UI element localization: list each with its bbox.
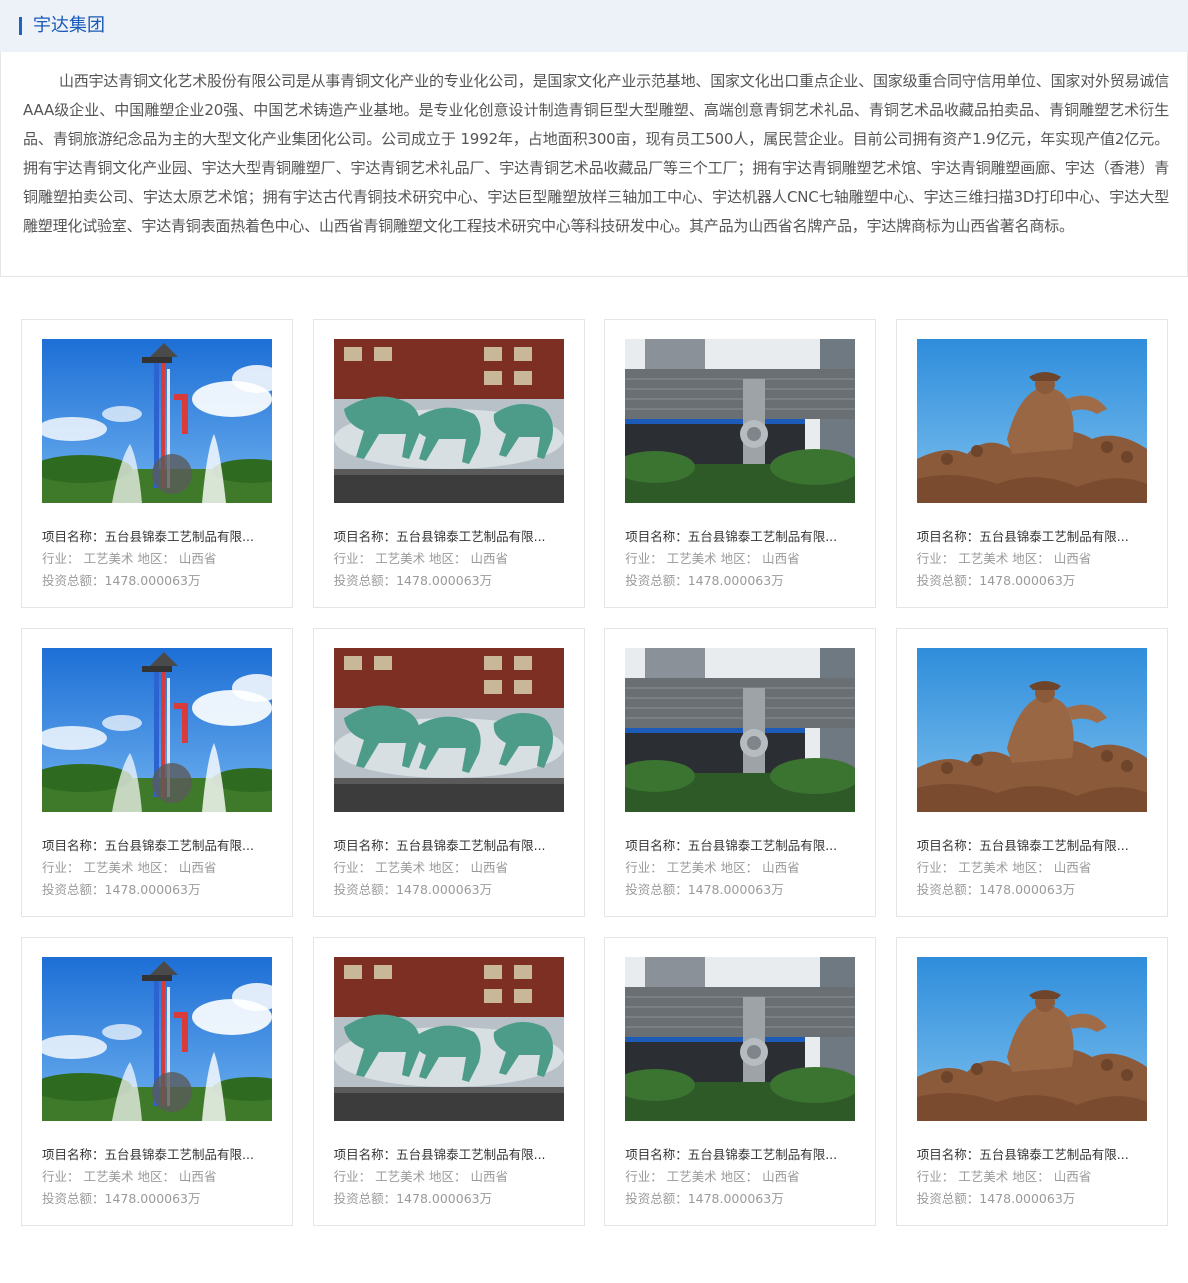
- project-title-link[interactable]: 项目名称：五台县锦泰工艺制品有限...: [334, 1146, 566, 1164]
- project-title-link[interactable]: 项目名称：五台县锦泰工艺制品有限...: [334, 528, 566, 546]
- company-intro: 山西宇达青铜文化艺术股份有限公司是从事青铜文化产业的专业化公司，是国家文化产业示…: [0, 52, 1188, 277]
- project-card[interactable]: 项目名称：五台县锦泰工艺制品有限... 行业： 工艺美术 地区： 山西省 投资总额：…: [604, 319, 877, 608]
- project-industry-region: 行业： 工艺美术 地区： 山西省: [42, 860, 217, 875]
- project-title-link[interactable]: 项目名称：五台县锦泰工艺制品有限...: [917, 1146, 1149, 1164]
- header-accent-bar: [19, 17, 22, 35]
- project-investment: 投资总额：1478.000063万: [625, 1191, 784, 1206]
- project-thumbnail-tower-sculpture[interactable]: [42, 648, 272, 812]
- section-header: 宇达集团: [0, 0, 1188, 52]
- project-investment: 投资总额：1478.000063万: [625, 573, 784, 588]
- project-industry-region: 行业： 工艺美术 地区： 山西省: [916, 551, 1092, 566]
- project-industry-region: 行业： 工艺美术 地区： 山西省: [625, 551, 800, 566]
- company-intro-text: 山西宇达青铜文化艺术股份有限公司是从事青铜文化产业的专业化公司，是国家文化产业示…: [23, 72, 1170, 235]
- project-thumbnail-bronze-figures[interactable]: [916, 957, 1147, 1121]
- project-card[interactable]: 项目名称：五台县锦泰工艺制品有限... 行业： 工艺美术 地区： 山西省 投资总额：…: [895, 628, 1168, 917]
- project-thumbnail-horse-fountain[interactable]: [333, 957, 564, 1121]
- project-industry-region: 行业： 工艺美术 地区： 山西省: [916, 860, 1092, 875]
- project-investment: 投资总额：1478.000063万: [333, 882, 493, 897]
- project-title-link[interactable]: 项目名称：五台县锦泰工艺制品有限...: [42, 837, 274, 855]
- project-investment: 投资总额：1478.000063万: [916, 1191, 1076, 1206]
- project-card[interactable]: 项目名称：五台县锦泰工艺制品有限... 行业： 工艺美术 地区： 山西省 投资总额：…: [21, 628, 293, 917]
- project-card[interactable]: 项目名称：五台县锦泰工艺制品有限... 行业： 工艺美术 地区： 山西省 投资总额：…: [895, 937, 1168, 1226]
- project-thumbnail-horse-fountain[interactable]: [333, 339, 564, 503]
- project-title-link[interactable]: 项目名称：五台县锦泰工艺制品有限...: [917, 837, 1149, 855]
- project-thumbnail-horse-fountain[interactable]: [333, 648, 564, 812]
- project-industry-region: 行业： 工艺美术 地区： 山西省: [625, 860, 800, 875]
- project-card[interactable]: 项目名称：五台县锦泰工艺制品有限... 行业： 工艺美术 地区： 山西省 投资总额：…: [312, 628, 585, 917]
- project-industry-region: 行业： 工艺美术 地区： 山西省: [42, 551, 217, 566]
- project-investment: 投资总额：1478.000063万: [625, 882, 784, 897]
- project-investment: 投资总额：1478.000063万: [916, 882, 1076, 897]
- project-industry-region: 行业： 工艺美术 地区： 山西省: [625, 1169, 800, 1184]
- project-title-link[interactable]: 项目名称：五台县锦泰工艺制品有限...: [42, 528, 274, 546]
- project-title-link[interactable]: 项目名称：五台县锦泰工艺制品有限...: [625, 528, 857, 546]
- project-title-link[interactable]: 项目名称：五台县锦泰工艺制品有限...: [917, 528, 1149, 546]
- project-investment: 投资总额：1478.000063万: [42, 882, 201, 897]
- project-card[interactable]: 项目名称：五台县锦泰工艺制品有限... 行业： 工艺美术 地区： 山西省 投资总额：…: [895, 319, 1168, 608]
- project-industry-region: 行业： 工艺美术 地区： 山西省: [333, 1169, 509, 1184]
- project-thumbnail-building-relief[interactable]: [625, 648, 856, 812]
- project-investment: 投资总额：1478.000063万: [916, 573, 1076, 588]
- project-card[interactable]: 项目名称：五台县锦泰工艺制品有限... 行业： 工艺美术 地区： 山西省 投资总额：…: [604, 628, 877, 917]
- project-title-link[interactable]: 项目名称：五台县锦泰工艺制品有限...: [625, 1146, 857, 1164]
- project-investment: 投资总额：1478.000063万: [333, 573, 493, 588]
- project-title-link[interactable]: 项目名称：五台县锦泰工艺制品有限...: [625, 837, 857, 855]
- project-industry-region: 行业： 工艺美术 地区： 山西省: [42, 1169, 217, 1184]
- project-investment: 投资总额：1478.000063万: [42, 1191, 201, 1206]
- section-title: 宇达集团: [33, 15, 105, 36]
- project-title-link[interactable]: 项目名称：五台县锦泰工艺制品有限...: [42, 1146, 274, 1164]
- project-thumbnail-tower-sculpture[interactable]: [42, 339, 272, 503]
- project-card[interactable]: 项目名称：五台县锦泰工艺制品有限... 行业： 工艺美术 地区： 山西省 投资总额：…: [312, 319, 585, 608]
- project-thumbnail-bronze-figures[interactable]: [916, 339, 1147, 503]
- project-thumbnail-tower-sculpture[interactable]: [42, 957, 272, 1121]
- project-card[interactable]: 项目名称：五台县锦泰工艺制品有限... 行业： 工艺美术 地区： 山西省 投资总额：…: [21, 319, 293, 608]
- project-investment: 投资总额：1478.000063万: [42, 573, 201, 588]
- project-thumbnail-building-relief[interactable]: [625, 957, 856, 1121]
- project-thumbnail-building-relief[interactable]: [625, 339, 856, 503]
- project-industry-region: 行业： 工艺美术 地区： 山西省: [916, 1169, 1092, 1184]
- project-card[interactable]: 项目名称：五台县锦泰工艺制品有限... 行业： 工艺美术 地区： 山西省 投资总额：…: [21, 937, 293, 1226]
- project-thumbnail-bronze-figures[interactable]: [916, 648, 1147, 812]
- project-card[interactable]: 项目名称：五台县锦泰工艺制品有限... 行业： 工艺美术 地区： 山西省 投资总额：…: [312, 937, 585, 1226]
- project-industry-region: 行业： 工艺美术 地区： 山西省: [333, 860, 509, 875]
- project-industry-region: 行业： 工艺美术 地区： 山西省: [333, 551, 509, 566]
- project-grid: 项目名称：五台县锦泰工艺制品有限... 行业： 工艺美术 地区： 山西省 投资总额：…: [21, 319, 1168, 1226]
- project-card[interactable]: 项目名称：五台县锦泰工艺制品有限... 行业： 工艺美术 地区： 山西省 投资总额：…: [604, 937, 877, 1226]
- project-title-link[interactable]: 项目名称：五台县锦泰工艺制品有限...: [334, 837, 566, 855]
- project-investment: 投资总额：1478.000063万: [333, 1191, 493, 1206]
